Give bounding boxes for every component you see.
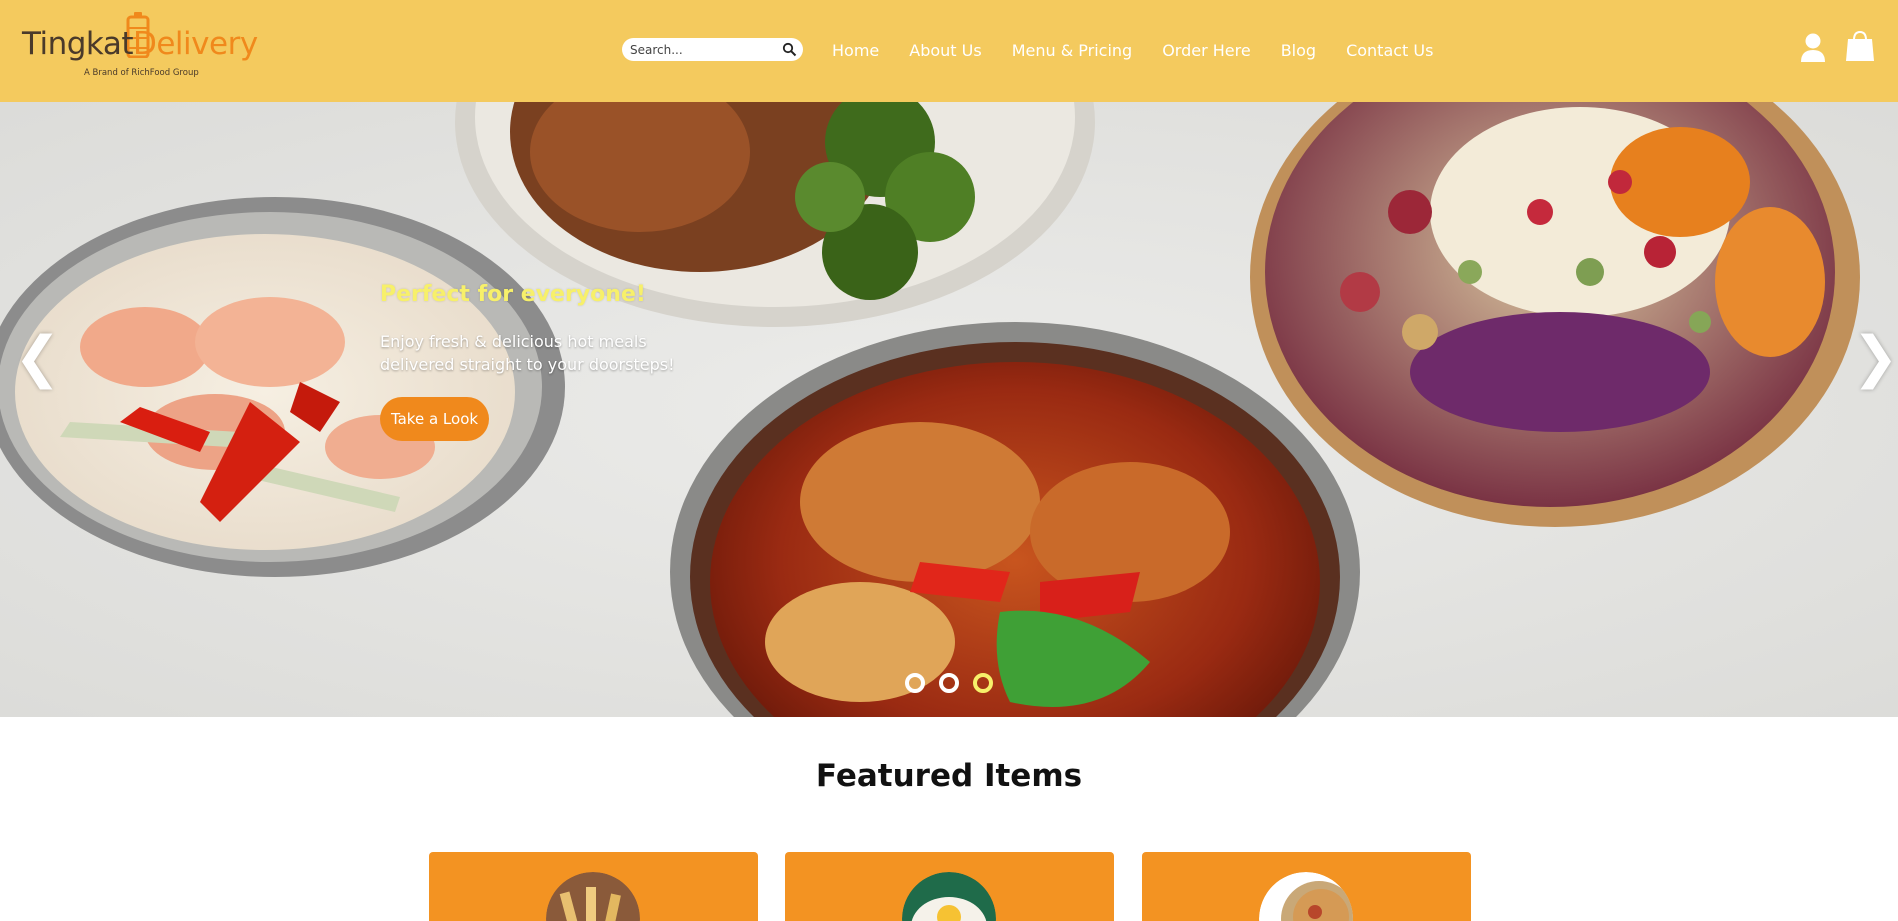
featured-card-3[interactable]: [1142, 852, 1471, 921]
chevron-right-icon[interactable]: ❯: [1852, 330, 1898, 386]
nav-blog[interactable]: Blog: [1281, 41, 1316, 60]
carousel-indicators: [905, 673, 1007, 693]
featured-card-2[interactable]: [785, 852, 1114, 921]
brand-name-part1: Tingkat: [22, 26, 133, 62]
hero-title: Perfect for everyone!: [380, 282, 646, 307]
featured-card-1[interactable]: [429, 852, 758, 921]
featured-image-1: [546, 872, 640, 921]
brand-tagline: A Brand of RichFood Group: [84, 68, 199, 78]
carousel-dot-3[interactable]: [973, 673, 993, 693]
take-a-look-button[interactable]: Take a Look: [380, 397, 489, 441]
carousel-dot-2[interactable]: [939, 673, 959, 693]
featured-image-2: [902, 872, 996, 921]
nav-order-here[interactable]: Order Here: [1162, 41, 1251, 60]
search-input[interactable]: [630, 40, 780, 59]
featured-items-heading: Featured Items: [815, 758, 1083, 794]
search-icon[interactable]: [782, 42, 797, 57]
chevron-left-icon[interactable]: ❮: [14, 330, 61, 386]
shopping-bag-icon[interactable]: [1845, 30, 1875, 62]
brand-name: TingkatDelivery: [22, 26, 258, 62]
featured-image-3: [1259, 872, 1353, 921]
brand-logo[interactable]: TingkatDelivery A Brand of RichFood Grou…: [22, 12, 272, 84]
nav-contact-us[interactable]: Contact Us: [1346, 41, 1433, 60]
carousel-dot-1[interactable]: [905, 673, 925, 693]
hero-carousel: Perfect for everyone! Enjoy fresh & deli…: [0, 102, 1898, 717]
search-box: [622, 38, 803, 61]
user-icon[interactable]: [1800, 32, 1826, 62]
nav-about-us[interactable]: About Us: [909, 41, 981, 60]
nav-menu-pricing[interactable]: Menu & Pricing: [1012, 41, 1133, 60]
site-header: TingkatDelivery A Brand of RichFood Grou…: [0, 0, 1898, 102]
main-nav: Home About Us Menu & Pricing Order Here …: [832, 38, 1463, 62]
hero-food-image: [0, 102, 1898, 717]
hero-subtitle: Enjoy fresh & delicious hot meals delive…: [380, 332, 675, 374]
brand-name-part2: Delivery: [132, 26, 258, 62]
nav-home[interactable]: Home: [832, 41, 879, 60]
